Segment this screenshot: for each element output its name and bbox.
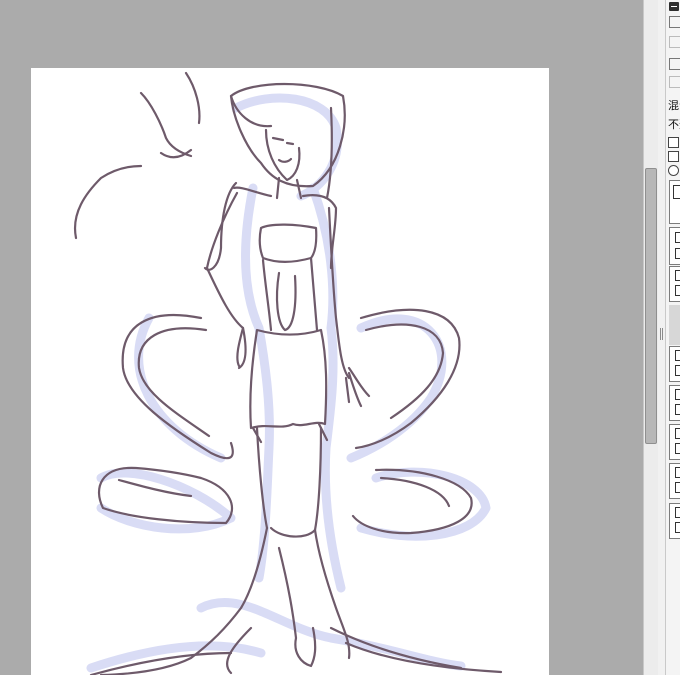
drawing-canvas[interactable] <box>31 68 549 675</box>
layer-thumbnail[interactable] <box>675 428 680 439</box>
layer-item[interactable] <box>669 424 680 460</box>
layer-item[interactable] <box>669 266 680 302</box>
drawing-workspace[interactable] <box>0 0 643 675</box>
blend-mode-label: 混合 <box>668 99 680 112</box>
layer-thumbnail[interactable] <box>673 185 680 199</box>
checkbox-icon[interactable] <box>668 137 679 148</box>
property-toggle[interactable] <box>669 76 680 88</box>
layer-thumbnail[interactable] <box>675 467 680 478</box>
layer-item[interactable] <box>669 385 680 421</box>
sketch-artwork <box>73 71 503 675</box>
layer-item[interactable] <box>669 463 680 499</box>
layer-thumbnail[interactable] <box>675 232 680 243</box>
vertical-scrollbar[interactable] <box>643 0 659 675</box>
opacity-label: 不透 <box>668 118 680 131</box>
layer-properties-panel: 混合 不透 <box>665 0 680 675</box>
layer-thumbnail[interactable] <box>675 522 680 533</box>
property-toggle[interactable] <box>669 36 680 48</box>
panel-splitter[interactable] <box>658 0 665 675</box>
layer-item[interactable] <box>669 503 680 539</box>
scrollbar-thumb[interactable] <box>645 168 657 444</box>
layer-thumbnail[interactable] <box>675 404 680 415</box>
layer-thumbnail[interactable] <box>675 443 680 454</box>
selected-layer[interactable] <box>669 305 680 345</box>
eye-icon[interactable] <box>675 350 680 361</box>
eye-icon[interactable] <box>675 270 680 281</box>
radio-icon[interactable] <box>668 165 679 176</box>
property-toggle[interactable] <box>669 16 680 28</box>
layer-group[interactable] <box>669 180 680 224</box>
minimize-icon[interactable] <box>669 2 679 11</box>
layer-thumbnail[interactable] <box>675 285 680 296</box>
layer-thumbnail[interactable] <box>675 507 680 518</box>
property-toggle[interactable] <box>669 58 680 70</box>
layer-item[interactable] <box>669 346 680 382</box>
splitter-grip-icon[interactable] <box>660 328 663 340</box>
layer-thumbnail[interactable] <box>675 248 680 259</box>
layer-thumbnail[interactable] <box>675 482 680 493</box>
layer-thumbnail[interactable] <box>675 365 680 376</box>
layer-thumbnail[interactable] <box>675 389 680 400</box>
layer-item[interactable] <box>669 227 680 265</box>
checkbox-icon[interactable] <box>668 151 679 162</box>
